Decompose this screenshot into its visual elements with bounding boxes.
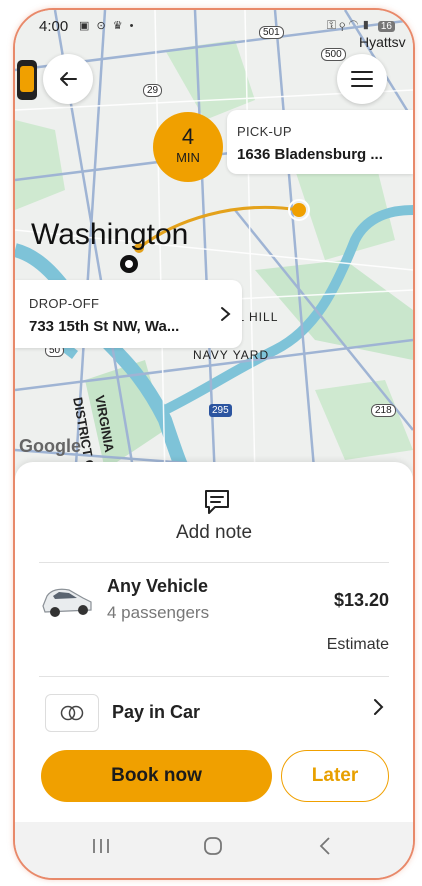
system-nav-bar [15,822,413,878]
payment-label: Pay in Car [112,702,201,722]
route-shield-295: 295 [209,404,232,417]
eta-badge: 4 MIN [153,112,223,182]
book-now-button[interactable]: Book now [41,750,272,802]
home-icon[interactable] [203,836,223,856]
fare-price: $13.20 [333,590,389,610]
add-note-label: Add note [175,522,253,543]
map-city-label: Washington [31,218,189,251]
chevron-right-icon [221,307,231,321]
status-bar: 4:00 ▣ ⊙ ♛ • ⚿ ⚲ ◠ ▮ 16 [15,10,413,44]
divider [39,676,389,677]
vehicle-name: Any Vehicle [107,576,209,596]
map-view[interactable]: Washington CAPITOL HILL NAVY YARD DISTRI… [15,10,413,480]
battery-icon: 16 [377,21,395,32]
vehicle-passengers: 4 passengers [107,603,210,622]
arrow-left-icon [60,72,77,86]
status-system-icons: ⚿ ⚲ ◠ ▮ 16 [327,18,395,33]
pickup-label: PICK-UP [237,124,292,139]
cash-toggle-icon [60,705,84,721]
note-icon [205,490,229,514]
status-notification-icons: ▣ ⊙ ♛ • [79,20,136,32]
dropoff-card[interactable]: DROP-OFF 733 15th St NW, Wa... [15,280,242,348]
payment-icon-box [45,694,99,732]
hamburger-menu-icon [351,71,373,87]
route-shield-500: 500 [321,48,346,61]
side-car-icon [17,60,37,100]
dropoff-label: DROP-OFF [29,296,100,311]
fare-estimate-label: Estimate [326,636,389,653]
eta-unit: MIN [176,150,200,165]
booking-sheet: Add note Any Vehicle 4 passengers $13.20… [15,462,413,822]
recent-apps-icon[interactable] [91,836,111,856]
route-shield-29: 29 [143,84,163,97]
back-nav-icon[interactable] [317,836,333,856]
eta-number: 4 [181,124,195,149]
divider [39,562,389,563]
car-icon [42,588,92,617]
phone-screen: Washington CAPITOL HILL NAVY YARD DISTRI… [13,8,415,880]
menu-button[interactable] [337,54,387,104]
pickup-address: 1636 Bladensburg ... [237,146,383,163]
status-time: 4:00 [39,18,69,35]
route-shield-218: 218 [371,404,396,417]
later-button[interactable]: Later [281,750,389,802]
status-system-glyphs: ⚿ ⚲ ◠ ▮ [326,18,371,32]
chevron-right-icon [374,699,384,715]
map-label-navy-yard: NAVY YARD [193,348,270,362]
pickup-card[interactable]: PICK-UP 1636 Bladensburg ... [227,110,413,174]
back-button[interactable] [43,54,93,104]
dropoff-address: 733 15th St NW, Wa... [29,318,180,335]
google-logo: Google [19,436,81,456]
